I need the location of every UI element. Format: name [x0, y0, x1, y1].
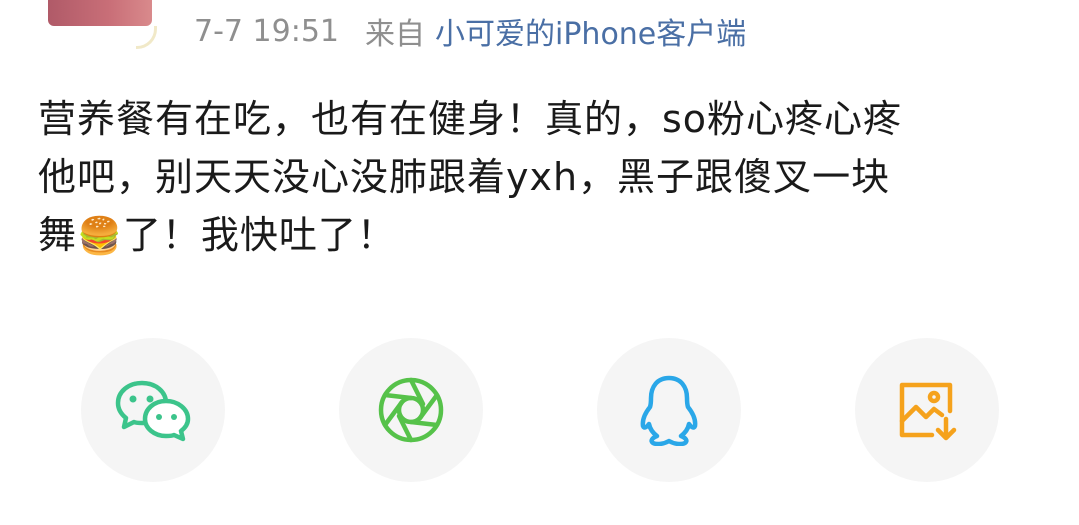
penguin-icon — [640, 375, 698, 446]
avatar-badge-edge — [136, 26, 157, 49]
save-image-button[interactable] — [855, 338, 999, 482]
post-from-label: 来自 — [365, 17, 425, 52]
post-text-line: 他吧，别天天没心没肺跟着yxh，黑子跟傻叉一块 — [38, 155, 891, 199]
post-text-line: 营养餐有在吃，也有在健身！真的，so粉心疼心疼 — [38, 97, 903, 141]
aperture-icon — [378, 377, 444, 443]
wechat-icon — [115, 380, 191, 442]
post-meta: 7-7 19:51 来自 小可爱的iPhone客户端 — [194, 8, 746, 54]
post-time: 7-7 19:51 — [194, 13, 339, 49]
image-download-icon — [899, 382, 957, 441]
share-moments-button[interactable] — [339, 338, 483, 482]
share-qq-button[interactable] — [597, 338, 741, 482]
burger-emoji-icon: 🍔 — [77, 216, 123, 257]
post-text-fragment: 了！我快吐了！ — [122, 213, 396, 257]
post-text-line: 舞🍔了！我快吐了！ — [38, 206, 1048, 264]
post-source-link[interactable]: 小可爱的iPhone客户端 — [435, 9, 746, 53]
avatar[interactable] — [48, 0, 152, 26]
share-bar — [0, 338, 1079, 483]
share-wechat-button[interactable] — [81, 338, 225, 482]
post-text-fragment: 舞 — [38, 213, 78, 257]
post-text: 营养餐有在吃，也有在健身！真的，so粉心疼心疼 他吧，别天天没心没肺跟着yxh，… — [38, 90, 1048, 264]
